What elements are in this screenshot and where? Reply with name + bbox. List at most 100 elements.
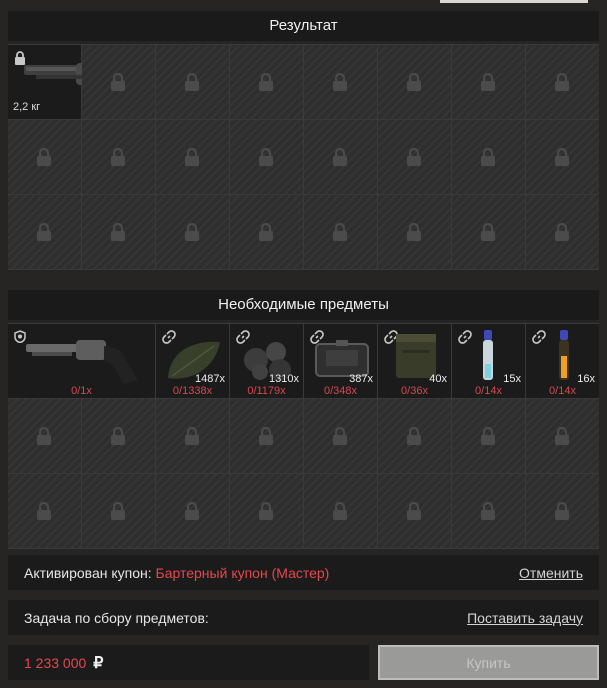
required-count: 0/14x [475, 385, 502, 397]
price-box: 1 233 000 ₽ [8, 645, 369, 680]
lock-icon [110, 222, 126, 246]
task-label: Задача по сбору предметов: [24, 609, 209, 626]
price-value: 1 233 000 [24, 654, 87, 671]
locked-slot [82, 45, 155, 119]
injector-orange-image [554, 328, 574, 391]
lock-icon [36, 147, 52, 171]
locked-slot [526, 195, 599, 269]
locked-slot [82, 120, 155, 194]
lock-icon [110, 72, 126, 96]
required-item-leaf[interactable]: 1487x 0/1338x [156, 324, 229, 398]
locked-slot [304, 195, 377, 269]
task-bar: Задача по сбору предметов: Поставить зад… [8, 600, 599, 635]
lock-icon [332, 501, 348, 525]
locked-slot [230, 45, 303, 119]
locked-slot [82, 474, 155, 548]
lock-icon [480, 222, 496, 246]
coupon-info: Активирован купон: Бартерный купон (Маст… [24, 565, 329, 581]
coupon-name: Бартерный купон (Мастер) [155, 564, 330, 581]
ruble-icon: ₽ [93, 654, 104, 672]
required-item-case[interactable]: 387x 0/348x [304, 324, 377, 398]
coupon-bar: Активирован купон: Бартерный купон (Маст… [8, 555, 599, 590]
required-count: 0/36x [401, 385, 428, 397]
item-quantity: 40x [429, 373, 447, 385]
locked-slot [452, 120, 525, 194]
lock-icon [184, 222, 200, 246]
lock-icon [184, 426, 200, 450]
item-quantity: 16x [577, 373, 595, 385]
locked-slot [8, 399, 81, 473]
revolver-image [20, 330, 145, 391]
lock-icon [332, 222, 348, 246]
link-icon [532, 330, 546, 349]
coupon-label: Активирован купон: [24, 564, 152, 581]
lock-icon [480, 147, 496, 171]
lock-icon [258, 501, 274, 525]
locked-slot [82, 195, 155, 269]
locked-slot [378, 474, 451, 548]
lock-icon [406, 72, 422, 96]
lock-icon [406, 222, 422, 246]
locked-slot [156, 195, 229, 269]
link-icon [458, 330, 472, 349]
required-count: 0/1x [71, 385, 92, 397]
locked-slot [452, 474, 525, 548]
lock-icon [110, 147, 126, 171]
item-quantity: 1310x [269, 373, 299, 385]
result-header: Результат [8, 11, 599, 41]
lock-icon [480, 72, 496, 96]
locked-slot [378, 399, 451, 473]
required-item-revolver[interactable]: 0/1x [8, 324, 155, 398]
lock-icon [480, 501, 496, 525]
locked-slot [8, 195, 81, 269]
lock-icon [258, 426, 274, 450]
lock-icon [332, 426, 348, 450]
result-item-slot[interactable]: 2,2 кг [8, 45, 156, 119]
lock-icon [258, 72, 274, 96]
required-item-bolts[interactable]: 1310x 0/1179x [230, 324, 303, 398]
lock-icon [554, 147, 570, 171]
required-grid: 0/1x 1487x 0/1338x 1310x 0/1179x 387x 0/… [8, 323, 599, 549]
locked-slot [230, 120, 303, 194]
lock-icon [258, 147, 274, 171]
required-count: 0/348x [323, 385, 358, 397]
locked-slot [304, 399, 377, 473]
lock-icon [110, 426, 126, 450]
injector-blue-image [478, 328, 498, 391]
locked-slot [526, 120, 599, 194]
cancel-coupon-link[interactable]: Отменить [519, 565, 583, 581]
locked-slot [230, 195, 303, 269]
top-indicator [440, 0, 588, 3]
lock-icon [36, 426, 52, 450]
locked-slot [304, 45, 377, 119]
required-item-ammo-box[interactable]: 40x 0/36x [378, 324, 451, 398]
lock-icon [258, 222, 274, 246]
required-item-tube-blue[interactable]: 15x 0/14x [452, 324, 525, 398]
lock-icon [406, 426, 422, 450]
buy-button[interactable]: Купить [378, 645, 599, 680]
locked-slot [8, 120, 81, 194]
lock-icon [554, 72, 570, 96]
locked-slot [304, 474, 377, 548]
lock-icon [406, 147, 422, 171]
locked-slot [156, 399, 229, 473]
locked-slot [526, 45, 599, 119]
locked-slot [156, 120, 229, 194]
required-count: 0/1179x [247, 385, 286, 397]
locked-slot [378, 195, 451, 269]
locked-slot [526, 474, 599, 548]
locked-slot [304, 120, 377, 194]
lock-icon [36, 222, 52, 246]
item-weight: 2,2 кг [13, 101, 41, 113]
item-quantity: 387x [349, 373, 373, 385]
locked-slot [378, 45, 451, 119]
required-item-tube-orange[interactable]: 16x 0/14x [526, 324, 599, 398]
set-task-link[interactable]: Поставить задачу [467, 610, 583, 626]
lock-icon [184, 501, 200, 525]
locked-slot [230, 474, 303, 548]
locked-slot [452, 45, 525, 119]
lock-icon [554, 426, 570, 450]
lock-icon [554, 222, 570, 246]
item-quantity: 1487x [195, 373, 225, 385]
locked-slot [230, 399, 303, 473]
